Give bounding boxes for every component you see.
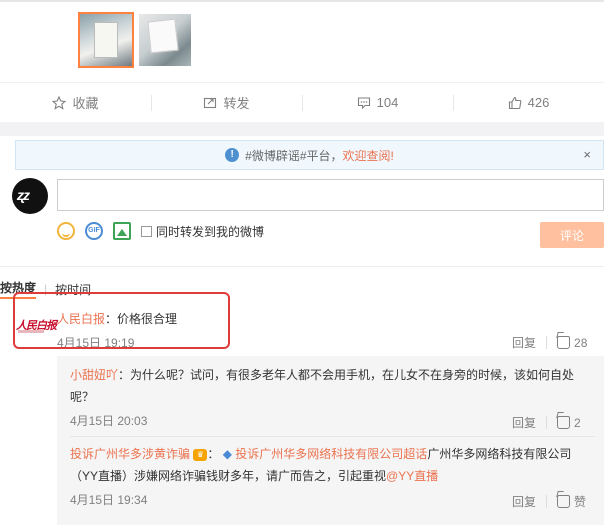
image-thumbnail-1[interactable] (78, 12, 134, 68)
repost-icon (203, 96, 217, 110)
section-separator (0, 122, 604, 136)
image-upload-icon[interactable] (113, 222, 131, 240)
thumbs-up-icon (508, 96, 522, 110)
emoji-icon[interactable] (57, 222, 75, 240)
thumbs-up-icon[interactable] (557, 416, 571, 429)
thumbs-up-icon[interactable] (557, 495, 571, 508)
repost-option-label: 同时转发到我的微博 (156, 224, 265, 239)
rumor-notice-banner: ! #微博辟谣#平台， 欢迎查阅! × (15, 140, 604, 170)
notice-text: #微博辟谣#平台， (245, 148, 343, 163)
reply-like-count: 2 (574, 415, 581, 430)
like-button[interactable]: 426 (453, 83, 604, 122)
post-action-bar: 收藏 转发 104 426 (0, 82, 604, 122)
repost-label: 转发 (223, 96, 250, 111)
divider (70, 436, 595, 437)
info-icon: ! (225, 148, 240, 162)
reply-button[interactable]: 回复 (512, 334, 536, 351)
current-user-avatar[interactable]: ʐᴢ (12, 178, 48, 214)
repost-checkbox[interactable] (141, 225, 152, 237)
comment-button[interactable]: 104 (302, 83, 453, 122)
reply-like-count: 赞 (574, 495, 587, 509)
reply-actions: 回复 2 (512, 414, 581, 431)
reply-item: 投诉广州华多涉黄诈骗 ♛： ◆ 投诉广州华多网络科技有限公司超话广州华多网络科技… (70, 447, 572, 483)
annotation-highlight (13, 292, 230, 349)
badge-icon: ♛ (193, 448, 208, 461)
submit-comment-button[interactable]: 评论 (540, 222, 604, 248)
gif-icon[interactable]: GIF (85, 222, 103, 240)
reply-timestamp: 4月15日 20:03 (70, 414, 148, 428)
comment-icon (357, 96, 371, 110)
reply-button[interactable]: 回复 (512, 493, 536, 510)
post-image-strip (0, 0, 604, 2)
comment-like-count: 28 (574, 335, 588, 350)
favorite-label: 收藏 (72, 96, 99, 111)
reply-timestamp: 4月15日 19:34 (70, 493, 148, 507)
comment-count: 104 (376, 95, 399, 110)
super-topic-link[interactable]: 投诉广州华多网络科技有限公司超话 (235, 447, 427, 461)
mention-link[interactable]: @YY直播 (386, 469, 438, 483)
close-icon[interactable]: × (583, 147, 591, 162)
favorite-button[interactable]: 收藏 (0, 83, 151, 122)
reply-text: ：为什么呢？试问，有很多老年人都不会用手机，在儿女不在身旁的时候，该如何自处呢？ (70, 368, 575, 404)
weibo-post-card: 收藏 转发 104 426 ! #微博辟谣#平台， 欢迎查阅! × ʐᴢ GIF… (0, 0, 604, 525)
reply-username[interactable]: 投诉广州华多涉黄诈骗 (70, 447, 190, 461)
star-icon (52, 95, 67, 110)
repost-button[interactable]: 转发 (151, 83, 302, 122)
reply-actions: 回复 赞 (512, 493, 586, 510)
image-thumbnail-2[interactable] (139, 14, 191, 66)
like-count: 426 (527, 95, 550, 110)
comment-actions: 回复 28 (512, 334, 587, 351)
composer-tools: GIF 同时转发到我的微博 (57, 221, 264, 241)
divider (0, 266, 604, 267)
super-topic-icon: ◆ (222, 447, 232, 461)
thumbs-up-icon[interactable] (557, 336, 571, 349)
notice-link[interactable]: 欢迎查阅! (343, 147, 394, 164)
comment-input[interactable] (57, 179, 604, 211)
reply-item: 小甜妞吖：为什么呢？试问，有很多老年人都不会用手机，在儿女不在身旁的时候，该如何… (70, 364, 595, 408)
reply-button[interactable]: 回复 (512, 414, 536, 431)
reply-username[interactable]: 小甜妞吖 (70, 368, 118, 382)
